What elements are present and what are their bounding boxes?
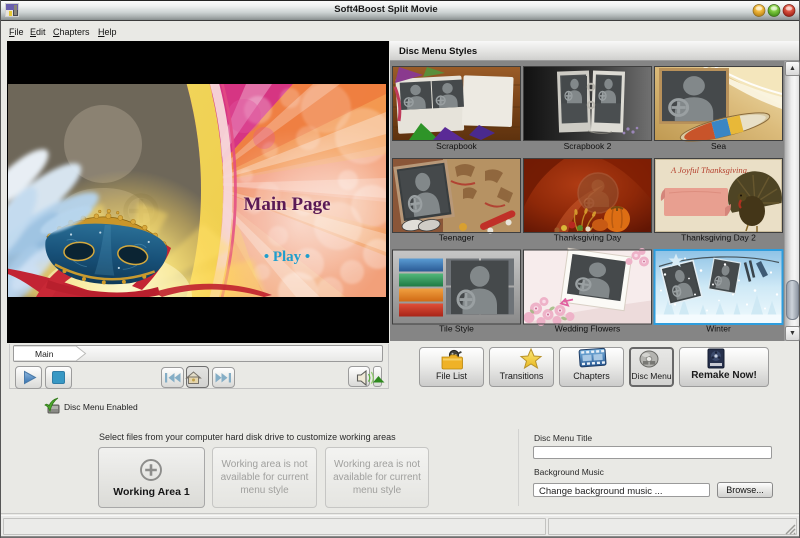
svg-text:Thanksgiving Day: Thanksgiving Day (554, 233, 622, 243)
svg-text:Scrapbook 2: Scrapbook 2 (564, 141, 612, 151)
svg-text:Winter: Winter (706, 324, 731, 334)
svg-text:Sea: Sea (711, 141, 726, 151)
svg-text:Teenager: Teenager (439, 233, 475, 243)
svg-text:Wedding Flowers: Wedding Flowers (555, 324, 621, 334)
svg-text:Main Page: Main Page (243, 194, 330, 215)
svg-text:A Joyful Thanksgiving.: A Joyful Thanksgiving. (670, 165, 749, 175)
svg-text:Thanksgiving Day 2: Thanksgiving Day 2 (681, 233, 756, 243)
svg-text:• Play •: • Play • (264, 249, 310, 265)
svg-text:Tile Style: Tile Style (439, 324, 474, 334)
svg-text:Scrapbook: Scrapbook (436, 141, 477, 151)
